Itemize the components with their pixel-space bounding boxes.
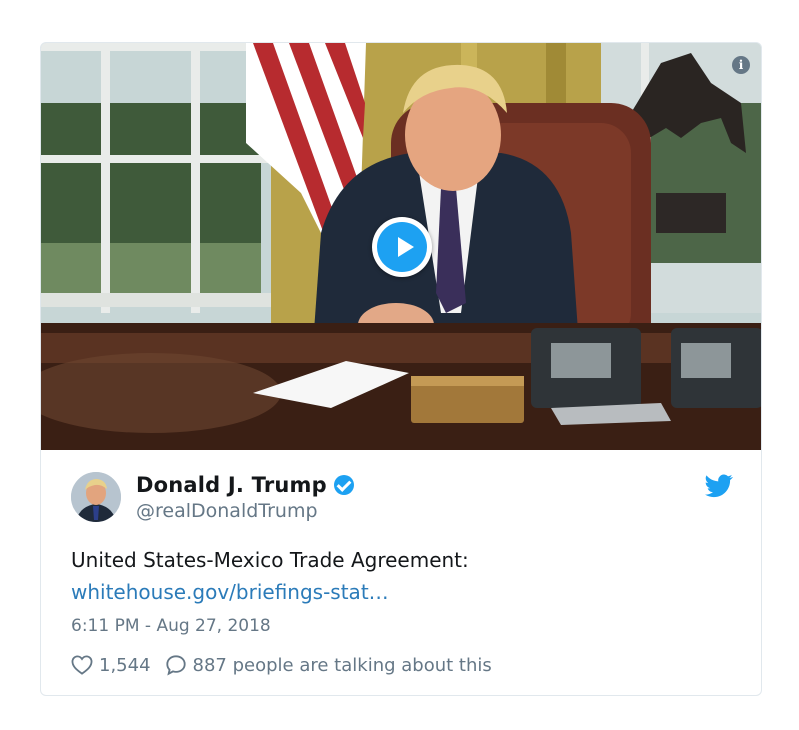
twitter-bird-icon[interactable] bbox=[705, 474, 733, 498]
like-action[interactable]: 1,544 bbox=[71, 655, 151, 676]
tweet-embed-card[interactable]: i Donald J. Trump @realDonaldTrump Unite… bbox=[40, 42, 762, 696]
video-thumbnail[interactable]: i bbox=[41, 43, 761, 450]
heart-icon bbox=[71, 655, 93, 675]
tweet-text: United States-Mexico Trade Agreement: bbox=[71, 548, 469, 572]
author-name-row[interactable]: Donald J. Trump bbox=[136, 471, 354, 499]
avatar-photo bbox=[71, 472, 121, 522]
info-icon[interactable]: i bbox=[732, 56, 750, 74]
verified-badge-icon bbox=[333, 475, 354, 495]
author-handle[interactable]: @realDonaldTrump bbox=[136, 500, 318, 522]
tweet-link[interactable]: whitehouse.gov/briefings-stat… bbox=[71, 577, 389, 607]
speech-bubble-icon bbox=[165, 655, 186, 676]
tweet-timestamp[interactable]: 6:11 PM - Aug 27, 2018 bbox=[71, 613, 271, 639]
talking-about-text: 887 people are talking about this bbox=[192, 654, 492, 676]
play-button[interactable] bbox=[372, 217, 432, 277]
avatar[interactable] bbox=[71, 472, 121, 522]
author-name[interactable]: Donald J. Trump bbox=[136, 473, 327, 497]
tweet-actions: 1,544 887 people are talking about this bbox=[71, 651, 492, 679]
like-count: 1,544 bbox=[99, 654, 151, 676]
play-icon bbox=[377, 222, 427, 272]
reply-action[interactable]: 887 people are talking about this bbox=[165, 654, 492, 676]
